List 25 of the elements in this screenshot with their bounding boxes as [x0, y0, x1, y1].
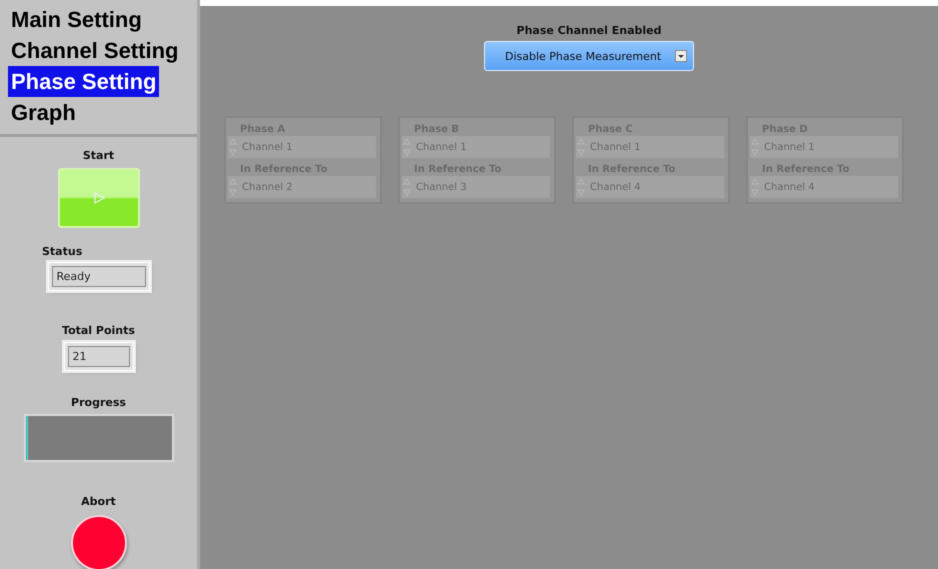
spinner-icon — [228, 136, 238, 158]
spinner-icon — [750, 176, 760, 198]
spinner-icon — [750, 136, 760, 158]
abort-label: Abort — [81, 495, 116, 508]
tab[interactable]: Phase Setting — [8, 66, 160, 97]
abort-button[interactable] — [70, 515, 126, 569]
total-points-field: 21 — [64, 342, 134, 371]
status-field: Ready — [48, 262, 150, 291]
spinner-icon — [576, 176, 586, 198]
spinner-icon — [402, 176, 412, 198]
phase-channel-dropdown[interactable]: Disable Phase Measurement — [484, 41, 694, 71]
tab[interactable]: Graph — [8, 97, 79, 128]
spinner-icon — [576, 136, 586, 158]
start-button[interactable] — [58, 168, 140, 228]
spinner-icon — [228, 176, 238, 198]
tab[interactable]: Main Setting — [8, 4, 145, 35]
dropdown-icon — [675, 50, 687, 62]
tab[interactable]: Channel Setting — [8, 35, 182, 66]
play-icon — [92, 192, 104, 204]
progress-label: Progress — [71, 396, 126, 409]
status-label: Status — [42, 245, 82, 258]
spinner-icon — [402, 136, 412, 158]
total-points-label: Total Points — [62, 324, 135, 337]
start-label: Start — [82, 149, 114, 162]
phase-channel-label: Phase Channel Enabled — [516, 24, 662, 37]
